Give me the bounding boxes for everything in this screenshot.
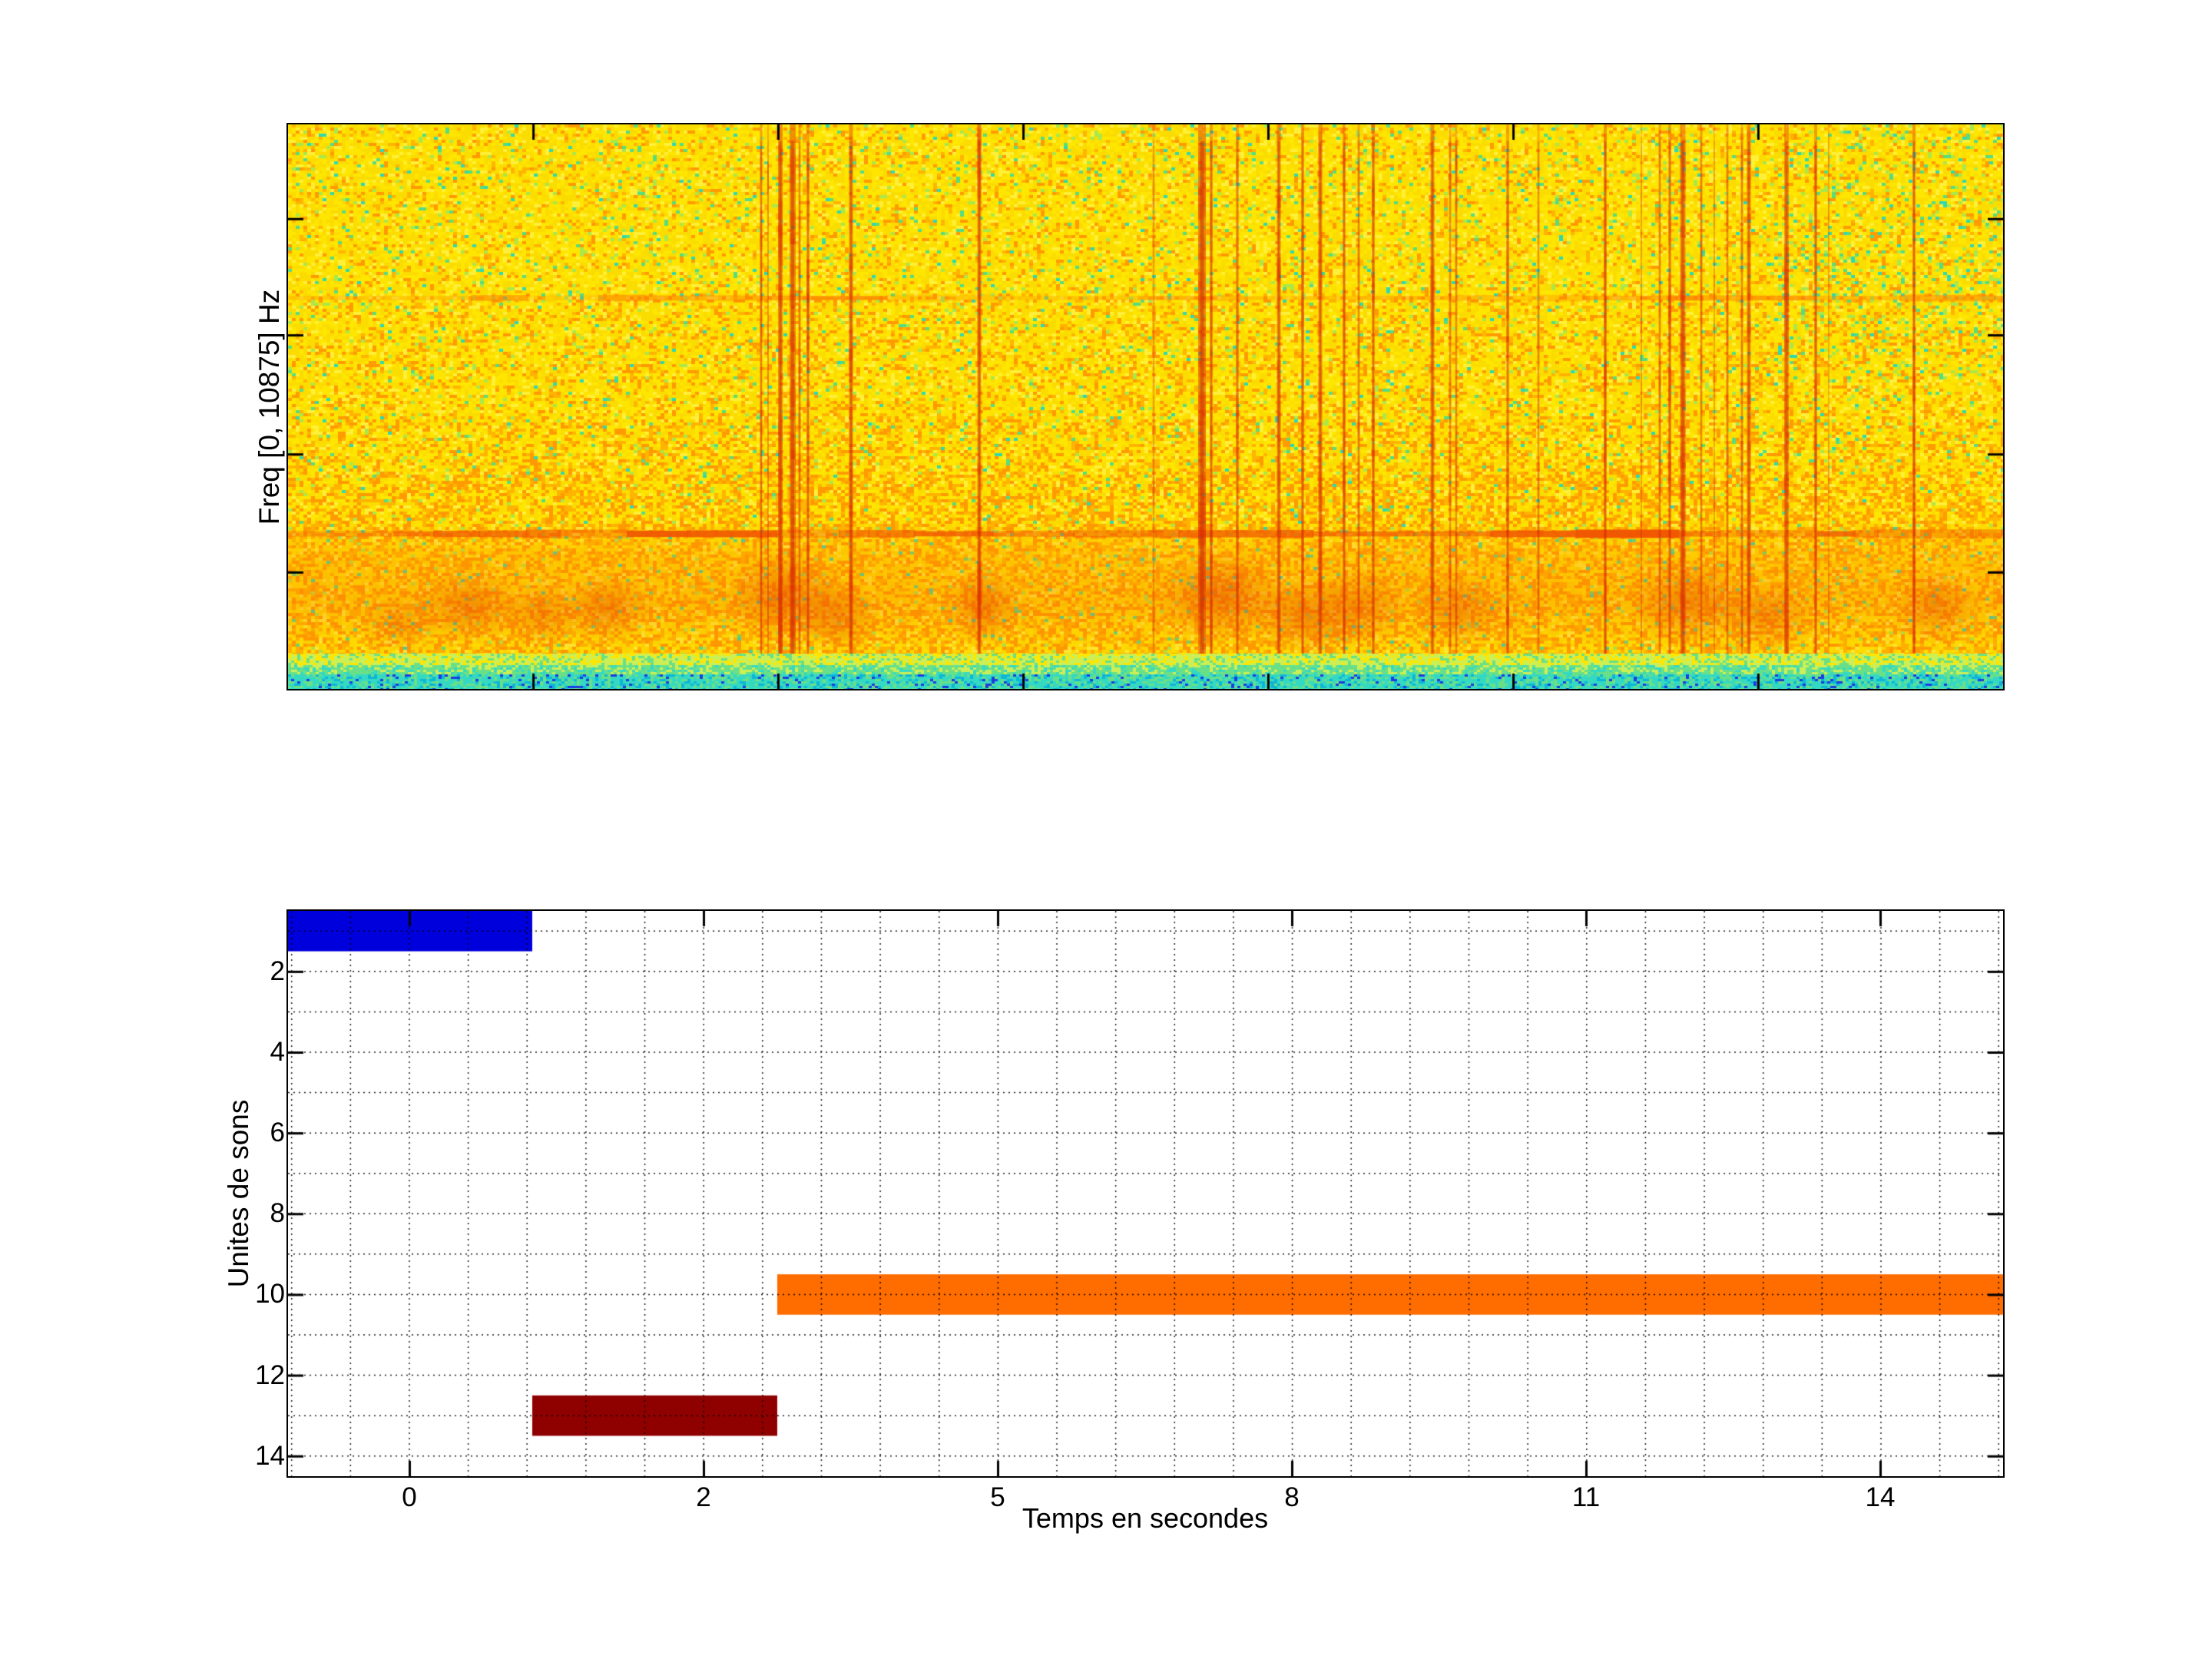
sound-units-xlabel: Temps en secondes xyxy=(1022,1502,1268,1535)
x-tick-label: 11 xyxy=(1572,1481,1600,1515)
y-tick-label: 14 xyxy=(216,1439,285,1473)
x-tick-label: 0 xyxy=(402,1481,416,1515)
x-tick-label: 2 xyxy=(696,1481,710,1515)
y-tick-label: 4 xyxy=(216,1035,285,1069)
x-tick-label: 5 xyxy=(990,1481,1005,1515)
x-tick-label: 8 xyxy=(1284,1481,1299,1515)
matlab-figure: { "figure": { "background": "#FFFFFF", "… xyxy=(0,0,2212,1659)
y-tick-label: 12 xyxy=(216,1359,285,1392)
sound-units-plot xyxy=(288,911,2003,1476)
y-tick-label: 8 xyxy=(216,1197,285,1230)
spectrogram-ylabel: Freq [0, 10875] Hz xyxy=(253,290,286,525)
x-tick-label: 14 xyxy=(1866,1481,1896,1515)
y-tick-label: 6 xyxy=(216,1116,285,1150)
sound-units-canvas xyxy=(288,911,2003,1476)
y-tick-label: 10 xyxy=(216,1277,285,1311)
spectrogram-plot xyxy=(288,124,2003,689)
spectrogram-canvas xyxy=(288,124,2003,689)
y-tick-label: 2 xyxy=(216,955,285,988)
